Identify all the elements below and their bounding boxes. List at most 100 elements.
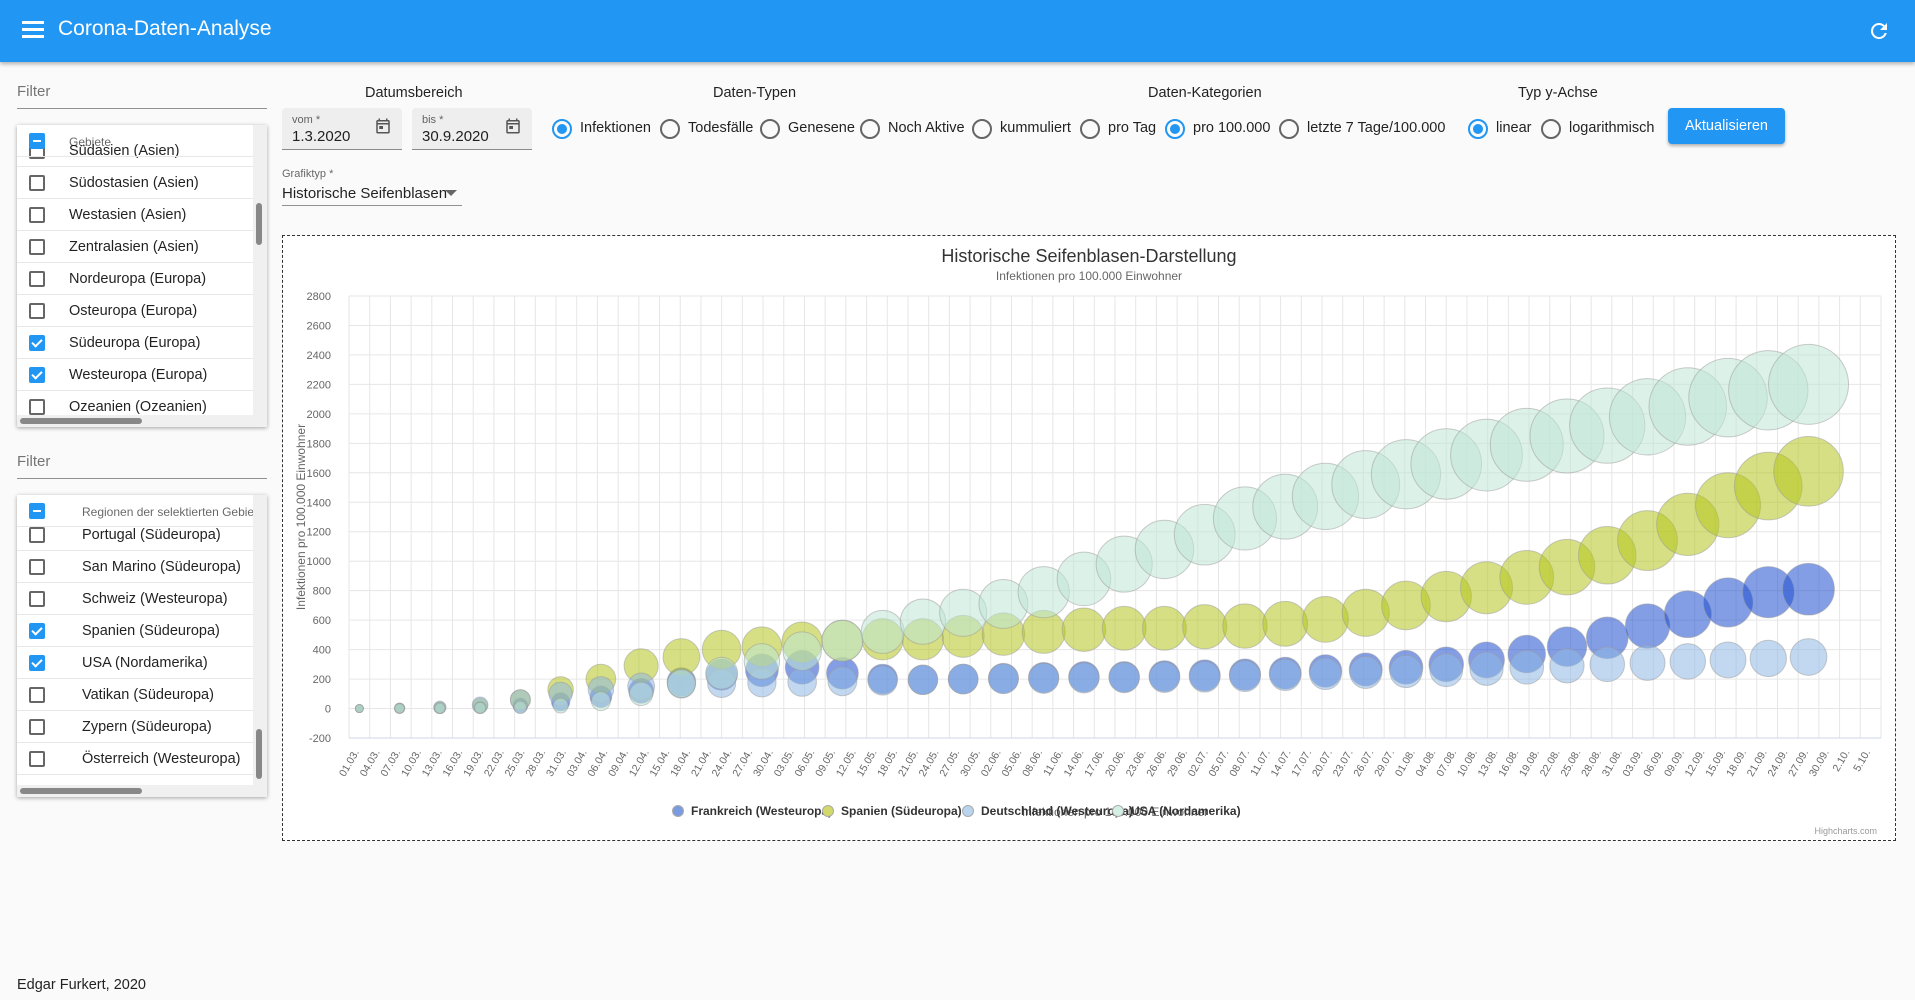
y-axis-label: Infektionen pro 100.000 Einwohner xyxy=(294,424,308,610)
data-point xyxy=(552,697,569,714)
checkbox[interactable] xyxy=(29,623,45,639)
list-item[interactable]: Zentralasien (Asien) xyxy=(17,231,253,263)
list-item[interactable]: Spanien (Südeuropa) xyxy=(17,615,253,647)
data-point xyxy=(1709,641,1747,679)
date-to-label: bis * xyxy=(422,114,444,126)
y-tick-label: 1600 xyxy=(307,468,331,480)
legend-marker xyxy=(822,805,834,817)
data-point xyxy=(1188,661,1221,693)
refresh-icon[interactable] xyxy=(1867,19,1891,43)
data-point xyxy=(1749,639,1787,678)
chart-credits: Highcharts.com xyxy=(1814,826,1877,836)
data-point xyxy=(827,666,858,697)
scrollbar-thumb[interactable] xyxy=(20,418,142,424)
checkbox[interactable] xyxy=(29,175,45,191)
app-bar: Corona-Daten-Analyse xyxy=(0,0,1915,62)
checkbox[interactable] xyxy=(29,399,45,415)
list-item[interactable]: Österreich (Westeuropa) xyxy=(17,743,253,775)
list-item-label: Ozeanien (Ozeanien) xyxy=(69,399,207,415)
checkbox[interactable] xyxy=(29,751,45,767)
list-item-label: Nordeuropa (Europa) xyxy=(69,271,207,287)
regionen-header-label: Regionen der selektierten Gebiete xyxy=(82,505,265,519)
checkbox[interactable] xyxy=(29,367,45,383)
bubble-chart: Historische Seifenblasen-Darstellung Infe… xyxy=(294,246,1882,836)
y-tick-label: 1400 xyxy=(307,497,331,509)
checkbox[interactable] xyxy=(29,527,45,543)
gebiete-vertical-scrollbar[interactable] xyxy=(253,125,267,415)
menu-icon[interactable] xyxy=(20,18,46,44)
list-item-label: Westeuropa (Europa) xyxy=(69,367,208,383)
checkbox[interactable] xyxy=(29,591,45,607)
data-point xyxy=(1229,660,1261,693)
data-point xyxy=(1302,596,1349,643)
regionen-vertical-scrollbar[interactable] xyxy=(253,495,267,785)
data-point xyxy=(867,665,898,696)
list-item[interactable]: Südostasien (Asien) xyxy=(17,167,253,199)
list-item[interactable]: Südeuropa (Europa) xyxy=(17,327,253,359)
legend-label: Spanien (Südeuropa) xyxy=(841,804,962,818)
legend-marker xyxy=(962,805,974,817)
date-from-field[interactable]: vom * 1.3.2020 xyxy=(282,108,402,150)
checkbox[interactable] xyxy=(29,335,45,351)
data-point xyxy=(590,691,611,712)
regionen-filter-input[interactable]: Filter xyxy=(17,451,267,479)
select-all-checkbox[interactable] xyxy=(29,503,45,519)
gebiete-horizontal-scrollbar[interactable] xyxy=(17,415,267,427)
data-point xyxy=(1549,648,1585,684)
legend-item[interactable]: Deutschland (Westeuropa) xyxy=(962,804,1133,818)
date-to-field[interactable]: bis * 30.9.2020 xyxy=(412,108,532,150)
checkbox[interactable] xyxy=(29,207,45,223)
list-item[interactable]: Westasien (Asien) xyxy=(17,199,253,231)
data-point xyxy=(1629,644,1666,681)
legend-label: Deutschland (Westeuropa) xyxy=(981,804,1133,818)
data-point xyxy=(821,619,864,662)
data-point xyxy=(1142,605,1187,651)
app-title: Corona-Daten-Analyse xyxy=(58,17,272,40)
gebiete-list-header: Gebiete xyxy=(17,125,253,157)
select-all-checkbox[interactable] xyxy=(29,133,45,149)
legend-item[interactable]: Frankreich (Westeuropa) xyxy=(672,804,833,818)
list-item-label: Spanien (Südeuropa) xyxy=(82,623,220,639)
checkbox[interactable] xyxy=(29,559,45,575)
grafiktyp-select[interactable]: Grafiktyp * Historische Seifenblasen xyxy=(282,166,462,206)
calendar-icon[interactable] xyxy=(374,117,392,135)
list-item[interactable]: Zypern (Südeuropa) xyxy=(17,711,253,743)
scrollbar-thumb[interactable] xyxy=(256,729,262,779)
gebiete-filter-input[interactable]: Filter xyxy=(17,81,267,109)
data-point xyxy=(1349,655,1383,689)
list-item[interactable]: Vatikan (Südeuropa) xyxy=(17,679,253,711)
regionen-horizontal-scrollbar[interactable] xyxy=(17,785,267,797)
checkbox[interactable] xyxy=(29,271,45,287)
y-tick-label: 2600 xyxy=(307,320,331,332)
x-tick-label: 5.10. xyxy=(1851,748,1873,774)
checkbox[interactable] xyxy=(29,303,45,319)
y-tick-label: 1000 xyxy=(307,556,331,568)
footer-credit: Edgar Furkert, 2020 xyxy=(17,977,146,993)
checkbox[interactable] xyxy=(29,687,45,703)
legend-marker xyxy=(672,805,684,817)
list-item[interactable]: Westeuropa (Europa) xyxy=(17,359,253,391)
date-from-label: vom * xyxy=(292,114,321,126)
list-item-label: Österreich (Westeuropa) xyxy=(82,751,241,767)
legend-item[interactable]: USA (Nordamerika) xyxy=(1112,804,1241,818)
list-item[interactable]: Osteuropa (Europa) xyxy=(17,295,253,327)
checkbox[interactable] xyxy=(29,239,45,255)
scrollbar-thumb[interactable] xyxy=(256,203,262,245)
list-item-label: Vatikan (Südeuropa) xyxy=(82,687,214,703)
list-item[interactable]: USA (Nordamerika) xyxy=(17,647,253,679)
list-item[interactable]: Schweiz (Westeuropa) xyxy=(17,583,253,615)
scrollbar-thumb[interactable] xyxy=(20,788,142,794)
list-item[interactable]: Nordeuropa (Europa) xyxy=(17,263,253,295)
checkbox[interactable] xyxy=(29,719,45,735)
list-item[interactable]: San Marino (Südeuropa) xyxy=(17,551,253,583)
data-point xyxy=(1389,654,1423,689)
checkbox[interactable] xyxy=(29,655,45,671)
regionen-filter-placeholder: Filter xyxy=(17,453,51,470)
legend-item[interactable]: Spanien (Südeuropa) xyxy=(822,804,962,818)
data-point xyxy=(1148,661,1181,693)
list-item-label: Südostasien (Asien) xyxy=(69,175,199,191)
calendar-icon[interactable] xyxy=(504,117,522,135)
aktualisieren-button[interactable]: Aktualisieren xyxy=(1668,108,1785,144)
y-tick-label: 800 xyxy=(313,586,331,598)
data-point xyxy=(1782,562,1835,616)
